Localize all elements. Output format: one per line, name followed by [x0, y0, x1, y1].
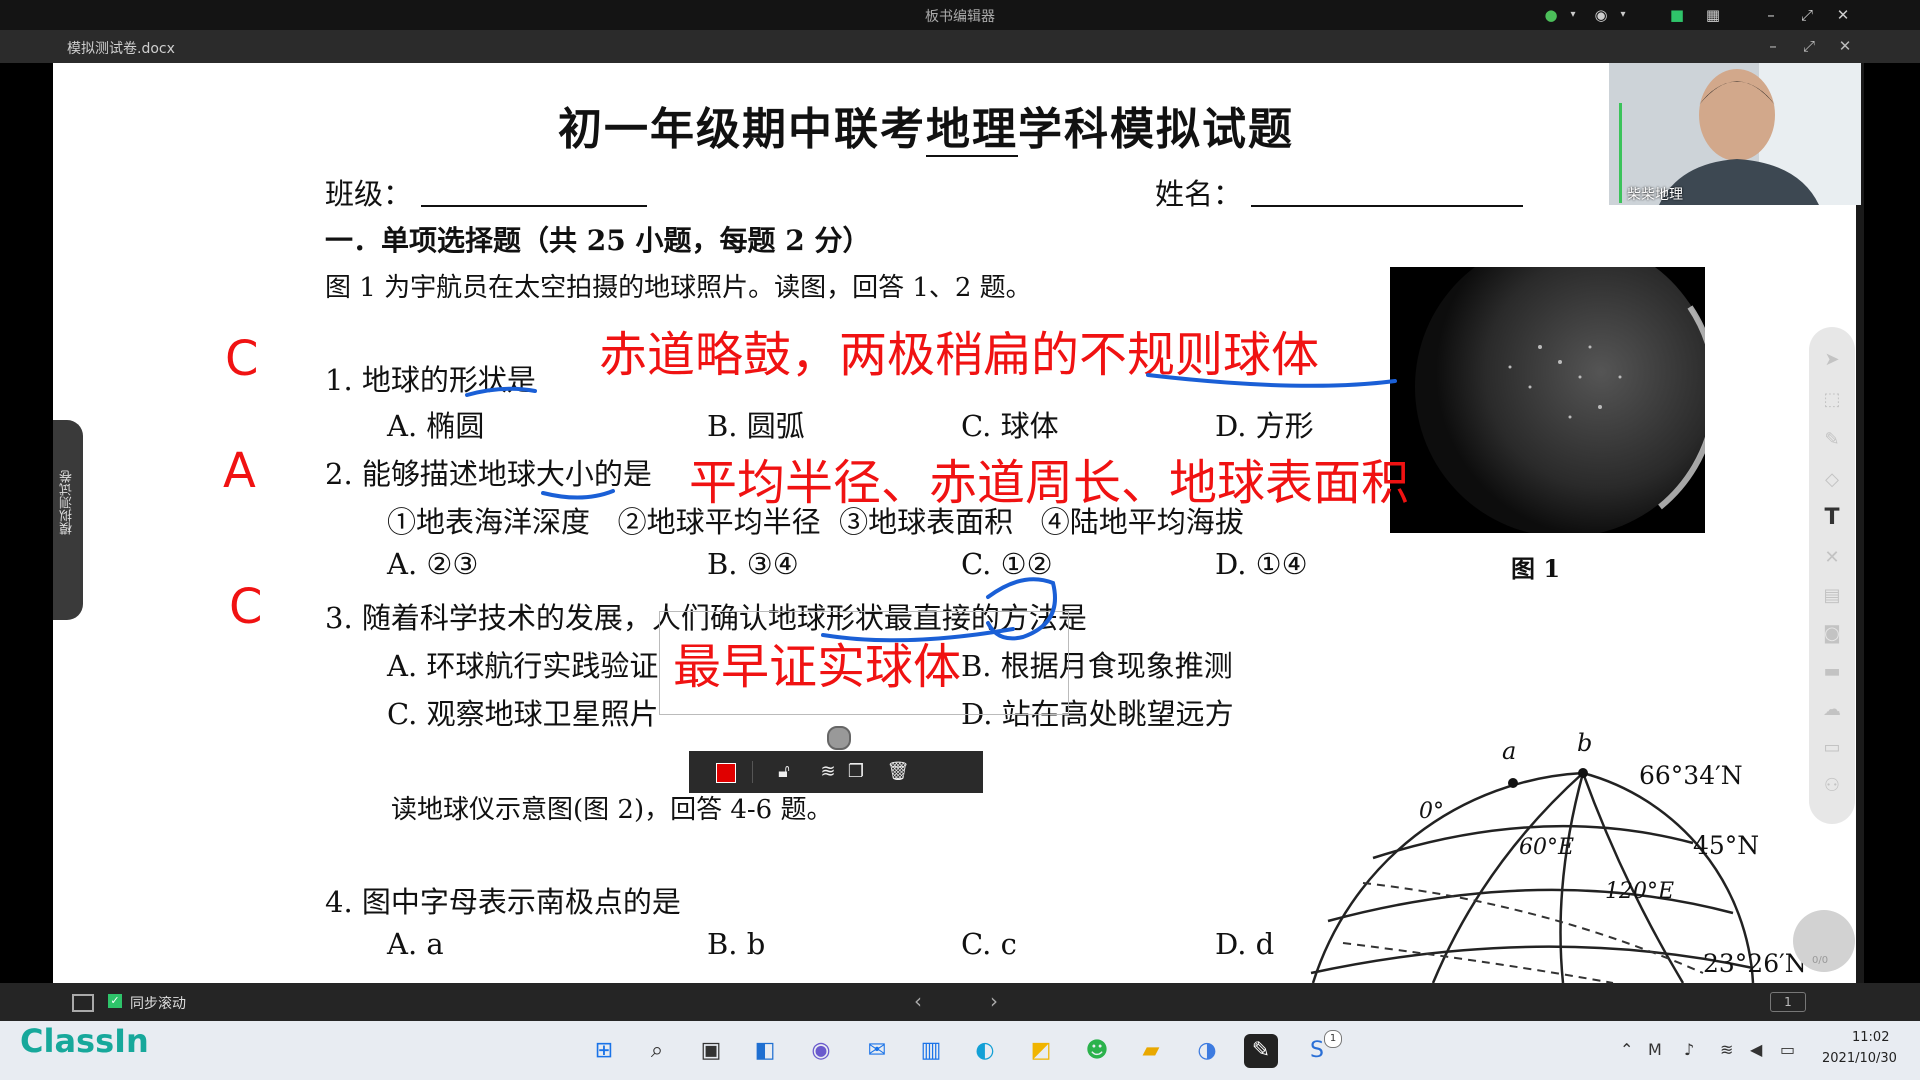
pen-icon[interactable]: ✎ — [1817, 426, 1847, 454]
document-name: 模拟测试卷.docx — [67, 41, 175, 57]
wifi-icon[interactable]: ≋ — [1720, 1040, 1733, 1059]
bottom-bar: ✓ 同步滚动 ‹ › 1 — [0, 983, 1920, 1021]
title-bar: 板书编辑器 ● ▾ ◉ ▾ ■ ▦ – ⤢ ✕ — [0, 0, 1920, 30]
video-icon[interactable]: ▬ — [1817, 658, 1847, 686]
close-icon[interactable]: ✕ — [1817, 544, 1847, 572]
widgets-icon[interactable]: ◧ — [748, 1034, 782, 1068]
underline-shape — [465, 386, 537, 397]
wechat-icon[interactable]: ☻ — [1080, 1034, 1114, 1068]
tray-app-icon[interactable]: M — [1648, 1040, 1662, 1059]
video-icon[interactable]: ■ — [1666, 5, 1688, 25]
sidebar-toggle-icon[interactable] — [72, 994, 94, 1012]
chevron-down-icon[interactable]: ▾ — [1612, 5, 1634, 25]
chat-icon[interactable]: ◉ — [804, 1034, 838, 1068]
divider — [752, 761, 753, 783]
users-icon[interactable]: ⚇ — [1817, 772, 1847, 800]
close-icon[interactable]: ✕ — [1832, 5, 1854, 25]
document-page[interactable]: 初一年级期中联考地理学科模拟试题 班级： 姓名： 一．单项选择题（共 25 小题… — [53, 63, 1856, 983]
notification-badge: 1 — [1324, 1030, 1342, 1048]
microphone-icon[interactable]: ♪ — [1684, 1040, 1694, 1059]
underline-size — [541, 489, 615, 500]
restore-icon[interactable]: ⤢ — [1796, 5, 1818, 25]
box-icon[interactable]: ▭ — [1817, 734, 1847, 762]
battery-icon[interactable]: ▭ — [1780, 1040, 1795, 1059]
copy-icon[interactable]: ❐ — [842, 758, 870, 786]
volume-icon[interactable]: ◀ — [1750, 1040, 1762, 1059]
rotate-handle[interactable] — [827, 726, 851, 750]
minimize-icon[interactable]: – — [1760, 5, 1782, 25]
edge-browser-icon[interactable]: ◐ — [968, 1034, 1002, 1068]
floating-toolbar: 🔓︎ ≋ ❐ 🗑︎ — [689, 751, 983, 793]
text-icon[interactable]: T — [1817, 504, 1847, 532]
page-number-box[interactable]: 1 — [1770, 992, 1806, 1012]
trash-icon[interactable]: 🗑︎ — [884, 758, 912, 786]
layers-icon[interactable]: ≋ — [814, 758, 842, 786]
close-icon[interactable]: ✕ — [1834, 36, 1856, 56]
windows-start-icon[interactable]: ⊞ — [587, 1034, 621, 1068]
underline-irregular-sphere — [1146, 373, 1397, 388]
camera-settings-icon[interactable]: ◉ — [1590, 5, 1612, 25]
document-bar: 模拟测试卷.docx – ⤢ ✕ — [0, 30, 1920, 63]
cloud-icon[interactable]: ☁ — [1817, 696, 1847, 724]
grid-icon[interactable]: ▦ — [1702, 5, 1724, 25]
eraser-icon[interactable]: ◇ — [1817, 466, 1847, 494]
pen-strokes — [465, 373, 1397, 643]
mail-icon[interactable]: ✉ — [860, 1034, 894, 1068]
calendar-icon[interactable]: ▤ — [1817, 582, 1847, 610]
minimize-icon[interactable]: – — [1762, 36, 1784, 56]
classin-taskbar-icon[interactable]: ✎ — [1244, 1034, 1278, 1068]
checkbox-checked-icon[interactable]: ✓ — [108, 994, 122, 1008]
page-counter: 0/0 — [1812, 955, 1829, 966]
next-page-icon[interactable]: › — [990, 989, 998, 1013]
search-icon[interactable]: ⌕ — [640, 1034, 674, 1068]
chevron-up-icon[interactable]: ⌃ — [1620, 1040, 1633, 1059]
store-icon[interactable]: ▥ — [914, 1034, 948, 1068]
restore-icon[interactable]: ⤢ — [1798, 36, 1820, 56]
left-panel-label: 模拟测试卷 — [60, 470, 75, 535]
clock-time[interactable]: 11:02 — [1852, 1030, 1889, 1045]
sync-scroll-label[interactable]: 同步滚动 — [130, 993, 186, 1013]
unlock-icon[interactable]: 🔓︎ — [770, 758, 798, 786]
select-icon[interactable]: ⬚ — [1817, 386, 1847, 414]
file-explorer-icon[interactable]: ▰ — [1134, 1034, 1168, 1068]
sticky-notes-icon[interactable]: ◩ — [1024, 1034, 1058, 1068]
microphone-icon[interactable]: ● — [1540, 5, 1562, 25]
task-view-icon[interactable]: ▣ — [694, 1034, 728, 1068]
app-icon[interactable]: ◑ — [1190, 1034, 1224, 1068]
color-swatch[interactable] — [716, 763, 736, 783]
clock-date[interactable]: 2021/10/30 — [1822, 1051, 1897, 1066]
brand-logo: ClassIn — [20, 1022, 149, 1060]
cursor-icon[interactable]: ➤ — [1817, 346, 1847, 374]
underline-method — [821, 627, 1015, 643]
camera-icon[interactable]: ◙ — [1817, 620, 1847, 648]
webcam-name: 柴柴地理 — [1627, 187, 1683, 203]
chevron-down-icon[interactable]: ▾ — [1562, 5, 1584, 25]
webcam-video[interactable]: 柴柴地理 — [1609, 63, 1861, 205]
prev-page-icon[interactable]: ‹ — [914, 989, 922, 1013]
